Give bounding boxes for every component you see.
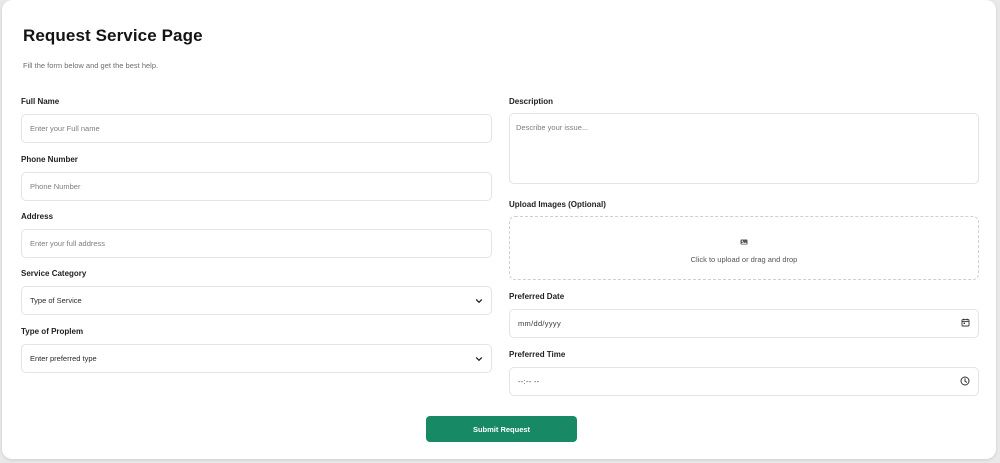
page-subtitle: Fill the form below and get the best hel… [23, 61, 159, 70]
image-icon [740, 232, 748, 250]
preferred-time-value: --:-- -- [518, 377, 540, 386]
address-input[interactable] [21, 229, 492, 258]
full-name-label: Full Name [21, 97, 60, 106]
service-category-value: Type of Service [30, 296, 82, 305]
service-category-select[interactable]: Type of Service [21, 286, 492, 315]
phone-number-label: Phone Number [21, 155, 78, 164]
upload-dropzone[interactable]: Click to upload or drag and drop [509, 216, 979, 280]
description-label: Description [509, 97, 554, 106]
request-form-card: Request Service Page Fill the form below… [2, 0, 996, 459]
full-name-input[interactable] [21, 114, 492, 143]
problem-type-label: Type of Proplem [21, 327, 84, 336]
chevron-down-icon [475, 297, 483, 305]
address-label: Address [21, 212, 54, 221]
clock-icon[interactable] [960, 376, 970, 388]
description-textarea[interactable] [509, 113, 979, 184]
submit-request-button[interactable]: Submit Request [426, 416, 577, 442]
page-title: Request Service Page [23, 26, 203, 45]
preferred-date-label: Preferred Date [509, 292, 565, 301]
calendar-icon[interactable] [961, 318, 970, 329]
upload-dropzone-text: Click to upload or drag and drop [690, 255, 798, 264]
service-category-label: Service Category [21, 269, 87, 278]
problem-type-value: Enter preferred type [30, 354, 97, 363]
chevron-down-icon [475, 355, 483, 363]
preferred-date-input[interactable]: mm/dd/yyyy [509, 309, 979, 338]
phone-number-input[interactable] [21, 172, 492, 201]
preferred-date-value: mm/dd/yyyy [518, 319, 562, 328]
problem-type-select[interactable]: Enter preferred type [21, 344, 492, 373]
preferred-time-label: Preferred Time [509, 350, 566, 359]
preferred-time-input[interactable]: --:-- -- [509, 367, 979, 396]
upload-images-label: Upload Images (Optional) [509, 200, 606, 209]
